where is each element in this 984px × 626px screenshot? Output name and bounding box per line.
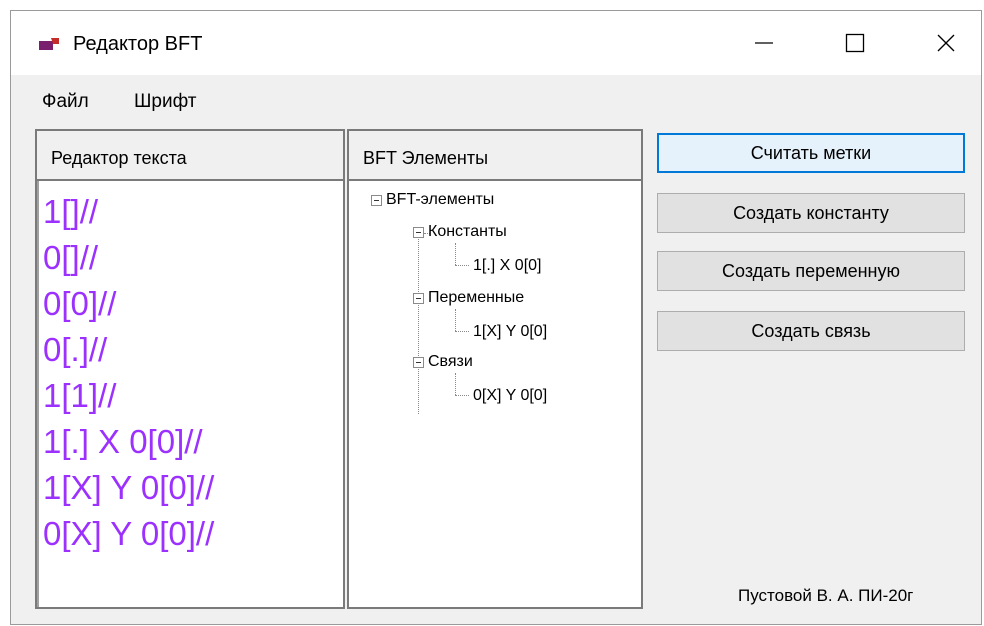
- tree-connector: [455, 309, 456, 331]
- title-bar[interactable]: Редактор BFT: [11, 11, 981, 75]
- author-label: Пустовой В. А. ПИ-20г: [738, 586, 914, 605]
- create-link-button[interactable]: Создать связь: [657, 311, 965, 351]
- bft-tree[interactable]: BFT-элементы Константы 1[.] X 0[0] Перем…: [349, 181, 641, 607]
- code-line: 1[.] X 0[0]//: [43, 423, 203, 460]
- code-line: 0[.]//: [43, 331, 108, 368]
- tree-connector: [418, 239, 419, 414]
- tree-node-label: Переменные: [428, 289, 525, 306]
- text-editor-area[interactable]: 1[]// 0[]// 0[0]// 0[.]// 1[1]// 1[.] X …: [39, 181, 341, 607]
- tree-node-leaf[interactable]: 1[.] X 0[0]: [473, 257, 541, 275]
- tree-node-leaf[interactable]: 0[X] Y 0[0]: [473, 387, 547, 405]
- tree-node-label: Связи: [428, 353, 473, 370]
- tree-node-variables[interactable]: Переменные: [413, 289, 524, 307]
- tree-node-root[interactable]: BFT-элементы: [371, 191, 494, 209]
- tree-connector: [455, 331, 469, 332]
- minimize-button[interactable]: [735, 19, 793, 67]
- collapse-icon[interactable]: [413, 292, 424, 304]
- create-constant-button[interactable]: Создать константу: [657, 193, 965, 233]
- text-editor-header: Редактор текста: [37, 131, 343, 181]
- tree-connector: [455, 265, 469, 266]
- collapse-icon[interactable]: [371, 194, 382, 206]
- menu-font[interactable]: Шрифт: [134, 91, 197, 113]
- tree-connector: [455, 373, 456, 395]
- menu-bar: Файл Шрифт: [11, 75, 981, 123]
- bft-elements-panel: BFT Элементы BFT-элементы Константы 1[.]: [347, 129, 643, 609]
- tree-connector: [455, 243, 456, 265]
- window-title: Редактор BFT: [73, 33, 203, 55]
- read-labels-button[interactable]: Считать метки: [657, 133, 965, 173]
- create-variable-button[interactable]: Создать переменную: [657, 251, 965, 291]
- tree-node-links[interactable]: Связи: [413, 353, 473, 371]
- text-editor-title: Редактор текста: [51, 148, 187, 168]
- code-line: 1[]//: [43, 193, 99, 230]
- collapse-icon[interactable]: [413, 226, 424, 238]
- tree-node-constants[interactable]: Константы: [413, 223, 507, 241]
- code-line: 0[]//: [43, 239, 99, 276]
- close-icon: [937, 34, 955, 52]
- code-line: 1[X] Y 0[0]//: [43, 469, 215, 506]
- tree-node-label: 0[X] Y 0[0]: [473, 387, 548, 404]
- tree-node-label: Константы: [428, 223, 507, 240]
- bft-elements-title: BFT Элементы: [363, 148, 489, 168]
- collapse-icon[interactable]: [413, 356, 424, 368]
- tree-connector: [455, 395, 469, 396]
- minimize-icon: [755, 42, 773, 44]
- menu-file[interactable]: Файл: [42, 91, 89, 113]
- close-button[interactable]: [917, 19, 975, 67]
- tree-node-leaf[interactable]: 1[X] Y 0[0]: [473, 323, 547, 341]
- tree-node-label: 1[X] Y 0[0]: [473, 323, 548, 340]
- tree-node-label: 1[.] X 0[0]: [473, 257, 542, 274]
- app-icon: [39, 38, 59, 50]
- code-line: 0[0]//: [43, 285, 117, 322]
- tree-node-label: BFT-элементы: [386, 191, 495, 208]
- main-window: Редактор BFT Файл Шрифт Редактор текста: [10, 10, 982, 625]
- text-editor-panel: Редактор текста 1[]// 0[]// 0[0]// 0[.]/…: [35, 129, 345, 609]
- maximize-button[interactable]: [826, 19, 884, 67]
- bft-elements-header: BFT Элементы: [349, 131, 641, 181]
- maximize-icon: [845, 33, 865, 53]
- code-line: 1[1]//: [43, 377, 117, 414]
- code-line: 0[X] Y 0[0]//: [43, 515, 215, 552]
